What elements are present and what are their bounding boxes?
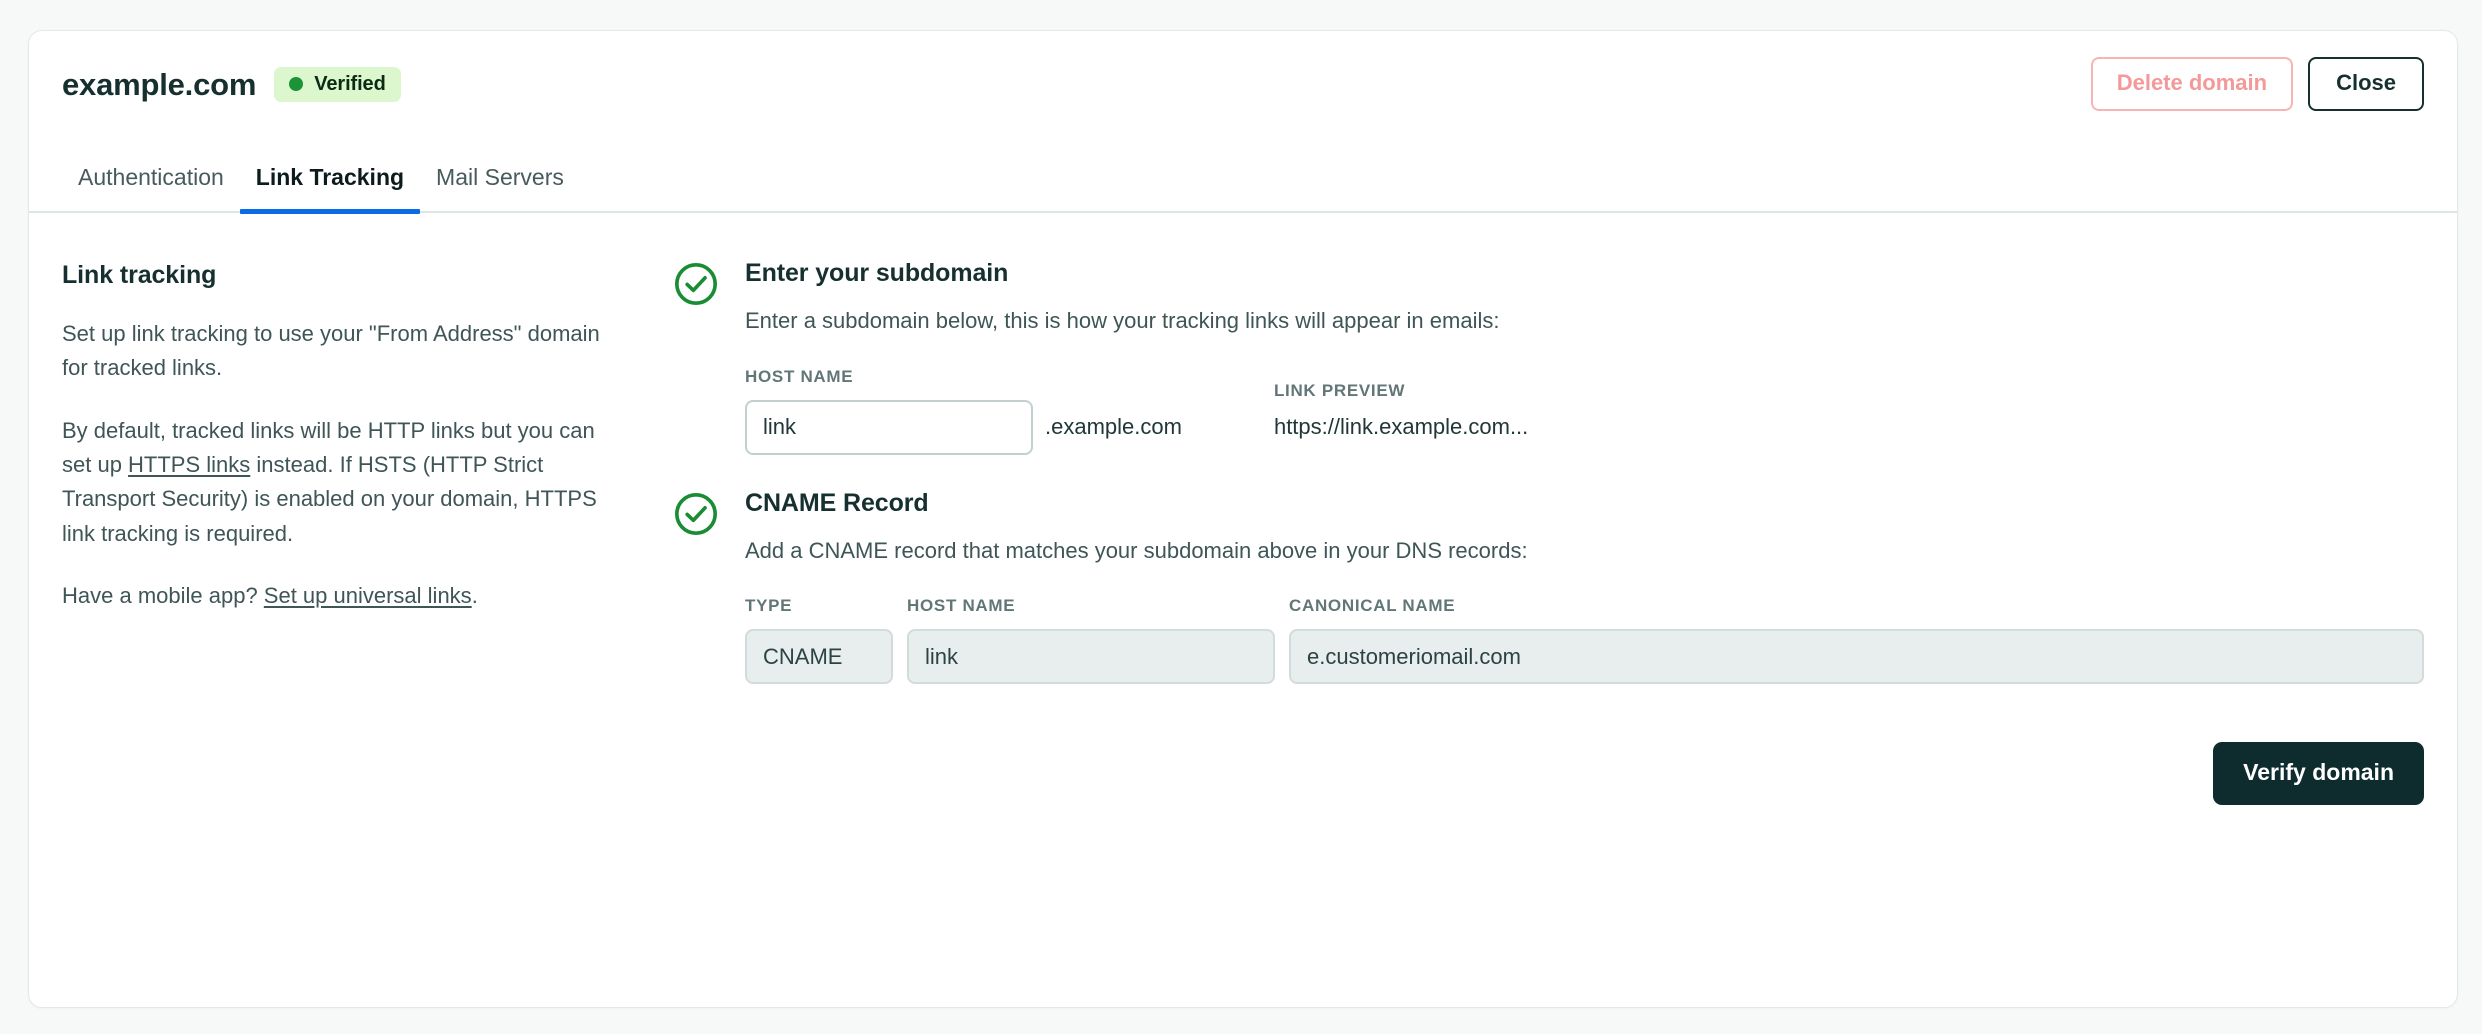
cname-type-input[interactable] (745, 629, 893, 685)
tabs-bar: Authentication Link Tracking Mail Server… (29, 137, 2457, 214)
check-circle-icon (673, 491, 719, 537)
header-actions: Delete domain Close (2090, 57, 2424, 111)
card-body: Link tracking Set up link tracking to us… (29, 213, 2457, 685)
cname-canonical-group: CANONICAL NAME (1289, 596, 2424, 685)
status-dot-icon (289, 76, 304, 91)
setup-steps-column: Enter your subdomain Enter a subdomain b… (662, 261, 2424, 685)
page-root: example.com Verified Delete domain Close… (0, 0, 2482, 1034)
cname-type-label: TYPE (745, 596, 793, 616)
cname-hostname-input[interactable] (907, 629, 1275, 685)
step-2-description: Add a CNAME record that matches your sub… (745, 537, 1528, 563)
hostname-label: HOST NAME (745, 366, 854, 386)
step-1-title: Enter your subdomain (745, 259, 1009, 287)
delete-domain-button[interactable]: Delete domain (2090, 57, 2294, 111)
hostname-field-group: HOST NAME (745, 367, 1033, 455)
step-2-title: CNAME Record (745, 488, 929, 517)
verify-domain-button[interactable]: Verify domain (2213, 742, 2424, 806)
hostname-input[interactable] (745, 399, 1033, 455)
cname-type-group: TYPE (745, 596, 893, 685)
link-tracking-paragraph-1: Set up link tracking to use your "From A… (62, 321, 600, 381)
cname-hostname-group: HOST NAME (907, 596, 1275, 685)
https-links-link[interactable]: HTTPS links (128, 452, 250, 477)
paragraph-3-text-before: Have a mobile app? (62, 582, 264, 608)
cname-hostname-label: HOST NAME (907, 596, 1016, 616)
cname-record-row: TYPE HOST NAME CANONICAL NAME (745, 596, 2424, 685)
page-title: example.com (62, 66, 257, 102)
paragraph-3-text-after: . (471, 582, 478, 608)
step-enter-subdomain: Enter your subdomain Enter a subdomain b… (673, 261, 2424, 455)
cname-canonical-label: CANONICAL NAME (1289, 596, 1456, 616)
subdomain-row: HOST NAME .example.com LINK PREVIEW http… (745, 367, 2424, 455)
status-badge: Verified (274, 66, 401, 102)
cname-canonical-input[interactable] (1289, 629, 2424, 685)
check-circle-icon (673, 261, 719, 307)
status-badge-label: Verified (314, 72, 386, 95)
tab-authentication[interactable]: Authentication (62, 166, 240, 211)
step-cname-record: CNAME Record Add a CNAME record that mat… (673, 488, 2424, 685)
step-1-description: Enter a subdomain below, this is how you… (745, 308, 1500, 333)
universal-links-link[interactable]: Set up universal links (264, 583, 472, 608)
link-preview-group: LINK PREVIEW https://link.example.com... (1274, 381, 2424, 455)
link-tracking-info-column: Link tracking Set up link tracking to us… (62, 261, 662, 684)
tab-link-tracking[interactable]: Link Tracking (239, 166, 421, 214)
link-tracking-heading: Link tracking (62, 261, 217, 289)
link-tracking-paragraph-2: By default, tracked links will be HTTP l… (62, 414, 622, 551)
tab-mail-servers[interactable]: Mail Servers (420, 166, 580, 211)
domain-suffix-text: .example.com (1045, 413, 1182, 439)
step-2-content: CNAME Record Add a CNAME record that mat… (745, 488, 2424, 685)
link-preview-label: LINK PREVIEW (1273, 380, 1406, 400)
card-header: example.com Verified Delete domain Close (29, 31, 2457, 137)
close-button[interactable]: Close (2308, 57, 2424, 111)
step-1-content: Enter your subdomain Enter a subdomain b… (745, 261, 2424, 455)
link-tracking-paragraph-3: Have a mobile app? Set up universal link… (62, 579, 622, 613)
domain-settings-card: example.com Verified Delete domain Close… (28, 30, 2458, 1008)
link-preview-value: https://link.example.com... (1273, 413, 1529, 439)
tab-list: Authentication Link Tracking Mail Server… (62, 137, 2424, 214)
footer-actions: Verify domain (29, 684, 2457, 806)
